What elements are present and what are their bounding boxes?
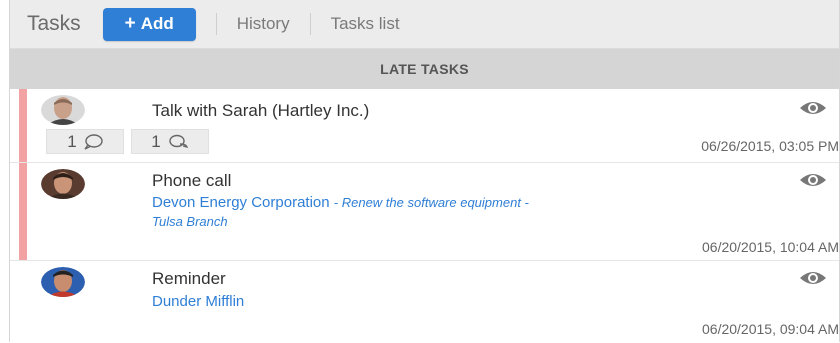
reply-icon [169, 134, 188, 148]
eye-icon[interactable] [799, 99, 827, 117]
comments-count: 1 [67, 131, 77, 151]
late-indicator [19, 89, 27, 162]
tasks-header: Tasks + Add History Tasks list [10, 0, 839, 49]
add-button-label: Add [140, 14, 174, 33]
avatar [41, 95, 85, 125]
add-task-button[interactable]: + Add [102, 7, 196, 41]
eye-icon[interactable] [799, 171, 827, 189]
task-badges: 1 1 [46, 129, 209, 154]
task-title[interactable]: Talk with Sarah (Hartley Inc.) [152, 101, 369, 121]
company-link[interactable]: Devon Energy Corporation [152, 194, 330, 211]
company-link[interactable]: Dunder Mifflin [152, 293, 244, 310]
section-heading-late-tasks: LATE TASKS [10, 49, 839, 89]
task-item[interactable]: Reminder Dunder Mifflin 06/20/2015, 09:0… [10, 261, 839, 343]
replies-badge[interactable]: 1 [131, 129, 209, 154]
history-link[interactable]: History [237, 14, 290, 34]
divider [309, 13, 311, 35]
task-title[interactable]: Reminder [152, 269, 226, 289]
replies-count: 1 [151, 131, 161, 151]
comment-icon [84, 133, 103, 150]
task-item[interactable]: Talk with Sarah (Hartley Inc.) 1 1 06/26… [10, 89, 839, 163]
avatar [41, 169, 85, 199]
task-date: 06/20/2015, 10:04 AM [702, 239, 839, 255]
task-note: - Renew the software equipment - [333, 195, 529, 210]
task-date: 06/20/2015, 09:04 AM [702, 321, 839, 337]
tasks-panel: Tasks + Add History Tasks list LATE TASK… [9, 0, 840, 342]
task-title[interactable]: Phone call [152, 171, 231, 191]
late-indicator [19, 163, 27, 260]
panel-title: Tasks [27, 12, 81, 35]
eye-icon[interactable] [799, 269, 827, 287]
task-note-continued: Tulsa Branch [152, 214, 228, 229]
task-date: 06/26/2015, 03:05 PM [701, 138, 839, 154]
plus-icon: + [124, 13, 136, 34]
comments-badge[interactable]: 1 [46, 129, 124, 154]
tasks-list-link[interactable]: Tasks list [331, 14, 400, 34]
task-item[interactable]: Phone call Devon Energy Corporation - Re… [10, 163, 839, 261]
divider [215, 13, 217, 35]
task-related: Devon Energy Corporation - Renew the sof… [152, 194, 529, 211]
avatar [41, 267, 85, 297]
